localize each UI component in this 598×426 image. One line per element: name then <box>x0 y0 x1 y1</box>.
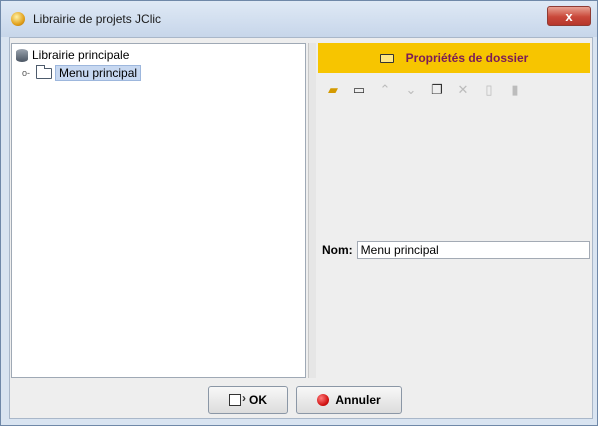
new-folder-icon[interactable]: ▭ <box>350 81 368 99</box>
dialog-content: Librairie principale o- Menu principal P… <box>9 37 593 419</box>
close-button[interactable]: x <box>547 6 591 26</box>
title-bar[interactable]: Librairie de projets JClic x <box>1 1 597 37</box>
split-pane-divider[interactable] <box>308 43 316 378</box>
database-icon <box>16 48 28 62</box>
ok-button[interactable]: OK <box>208 386 288 414</box>
ok-icon <box>229 391 246 406</box>
tree-root-label: Librairie principale <box>32 48 130 62</box>
new-project-icon[interactable]: ▰ <box>324 81 342 99</box>
name-field-row: Nom: <box>322 240 590 260</box>
dialog-window: Librairie de projets JClic x Librairie p… <box>0 0 598 426</box>
tree-item-root[interactable]: Librairie principale <box>16 47 129 63</box>
properties-header: Propriétés de dossier <box>318 43 590 73</box>
move-up-icon: ⌃ <box>379 82 391 97</box>
ok-label: OK <box>249 393 267 407</box>
cancel-button[interactable]: Annuler <box>296 386 402 414</box>
tree-child-label[interactable]: Menu principal <box>55 65 142 81</box>
jclic-app-icon <box>11 12 25 26</box>
folder-properties-panel: Propriétés de dossier ▰ ▭ ⌃ ⌄ ❐ ✕ ▯ ▮ No… <box>318 43 590 378</box>
copy-icon[interactable]: ❐ <box>428 81 446 99</box>
cancel-label: Annuler <box>335 393 381 407</box>
tree-item-menu-principal[interactable]: o- Menu principal <box>22 64 142 81</box>
cut-icon: ✕ <box>457 82 469 97</box>
properties-toolbar: ▰ ▭ ⌃ ⌄ ❐ ✕ ▯ ▮ <box>318 77 590 103</box>
library-tree[interactable]: Librairie principale o- Menu principal <box>11 43 306 378</box>
expand-toggle-icon[interactable]: o- <box>22 68 36 78</box>
paste-icon: ▯ <box>485 82 493 97</box>
delete-icon: ▮ <box>511 82 519 97</box>
name-label: Nom: <box>322 243 353 257</box>
dialog-button-bar: OK Annuler <box>10 380 592 418</box>
folder-properties-icon <box>379 53 394 63</box>
cancel-icon <box>317 394 330 406</box>
properties-title: Propriétés de dossier <box>405 51 529 65</box>
folder-icon <box>36 64 52 79</box>
move-down-icon: ⌄ <box>405 82 417 97</box>
name-input[interactable] <box>356 241 590 259</box>
window-title: Librairie de projets JClic <box>33 12 162 26</box>
